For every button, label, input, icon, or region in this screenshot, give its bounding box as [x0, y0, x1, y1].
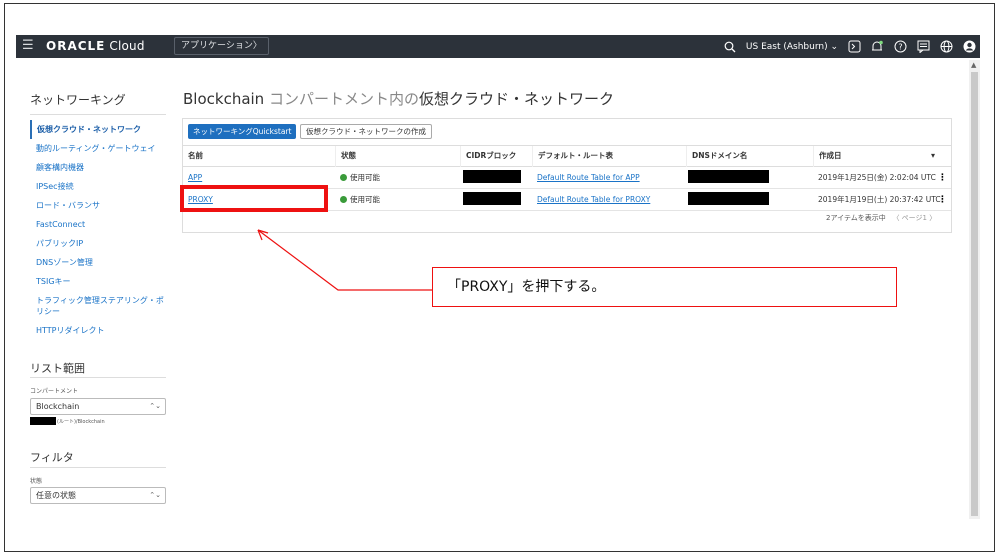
redacted-cidr — [463, 192, 521, 205]
sidebar-item-traffic-steering[interactable]: トラフィック管理ステアリング・ポリシー — [30, 291, 170, 321]
chat-icon[interactable] — [916, 40, 930, 54]
state-value: 任意の状態 — [36, 491, 76, 500]
sidebar-item-dns-zone[interactable]: DNSゾーン管理 — [30, 253, 170, 272]
sidebar-item-fastconnect[interactable]: FastConnect — [30, 215, 170, 234]
search-icon[interactable] — [723, 40, 737, 54]
redacted-cidr — [463, 170, 521, 183]
status-available-icon — [340, 196, 347, 203]
redacted-block — [30, 417, 56, 425]
column-created[interactable]: 作成日 ▾ — [813, 146, 951, 167]
quickstart-button[interactable]: ネットワーキングQuickstart — [188, 124, 297, 139]
page-title: Blockchain コンパートメント内の仮想クラウド・ネットワーク — [183, 88, 614, 109]
sidebar-item-cpe[interactable]: 顧客構内機器 — [30, 158, 170, 177]
route-table-link-app[interactable]: Default Route Table for APP — [537, 173, 640, 182]
top-navigation-bar: ☰ ORACLE Cloud アプリケーション〉 US East (Ashbur… — [16, 35, 980, 58]
select-arrows-icon: ⌃⌄ — [149, 491, 161, 499]
sidebar-item-public-ip[interactable]: パブリックIP — [30, 234, 170, 253]
oracle-cloud-logo[interactable]: ORACLE Cloud — [46, 39, 145, 53]
state-cell: 使用可能 — [335, 189, 380, 211]
title-middle: コンパートメント内の — [264, 90, 419, 108]
redacted-dns — [688, 192, 769, 205]
sidebar-item-load-balancer[interactable]: ロード・バランサ — [30, 196, 170, 215]
applications-button[interactable]: アプリケーション〉 — [174, 37, 269, 55]
page-navigator[interactable]: 〈 ページ1 〉 — [892, 214, 936, 222]
row-actions-icon[interactable]: ⋮ — [938, 189, 947, 211]
status-available-icon — [340, 174, 347, 181]
sidebar-item-vcn[interactable]: 仮想クラウド・ネットワーク — [30, 120, 170, 139]
column-route-table[interactable]: デフォルト・ルート表 — [532, 146, 686, 167]
created-cell: 2019年1月25日(金) 2:02:04 UTC — [818, 173, 936, 182]
compartment-value: Blockchain — [36, 402, 80, 411]
state-label: 状態 — [30, 478, 43, 485]
column-state[interactable]: 状態 — [335, 146, 460, 167]
sidebar-item-drg[interactable]: 動的ルーティング・ゲートウェイ — [30, 139, 170, 158]
list-scope-heading: リスト範囲 — [30, 362, 85, 375]
globe-icon[interactable] — [939, 40, 953, 54]
compartment-path: (ルート)/Blockchain — [30, 417, 105, 425]
brand-main: ORACLE — [46, 39, 106, 53]
help-icon[interactable]: ? — [893, 40, 907, 54]
list-scope-divider — [30, 377, 166, 378]
column-dns[interactable]: DNSドメイン名 — [686, 146, 813, 167]
topbar-right-controls: US East (Ashburn) ⌄ ? — [723, 35, 976, 58]
filter-heading: フィルタ — [30, 451, 74, 464]
created-cell: 2019年1月19日(土) 20:37:42 UTC — [818, 195, 941, 204]
sidebar-item-http-redirect[interactable]: HTTPリダイレクト — [30, 321, 170, 340]
state-select[interactable]: 任意の状態 ⌃⌄ — [30, 487, 166, 504]
vertical-scrollbar[interactable]: ▲ — [969, 60, 980, 519]
compartment-label: コンパートメント — [30, 388, 79, 395]
route-table-link-proxy[interactable]: Default Route Table for PROXY — [537, 195, 650, 204]
title-resource: 仮想クラウド・ネットワーク — [418, 90, 614, 108]
sidebar-item-ipsec[interactable]: IPSec接続 — [30, 177, 170, 196]
sidebar-heading: ネットワーキング — [30, 93, 126, 107]
highlight-box — [180, 185, 328, 212]
column-created-label: 作成日 — [819, 151, 842, 160]
create-vcn-button[interactable]: 仮想クラウド・ネットワークの作成 — [300, 124, 432, 139]
redacted-dns — [688, 170, 769, 183]
scroll-up-icon[interactable]: ▲ — [971, 61, 976, 69]
sidebar-divider — [30, 114, 166, 115]
select-arrows-icon: ⌃⌄ — [149, 402, 161, 410]
sidebar-item-tsig[interactable]: TSIGキー — [30, 272, 170, 291]
sidebar-nav: 仮想クラウド・ネットワーク 動的ルーティング・ゲートウェイ 顧客構内機器 IPS… — [30, 120, 170, 340]
compartment-path-text: (ルート)/Blockchain — [57, 418, 105, 425]
svg-text:?: ? — [898, 43, 902, 52]
bell-icon[interactable] — [870, 40, 884, 54]
title-compartment: Blockchain — [183, 90, 265, 108]
cloud-shell-icon[interactable] — [847, 40, 861, 54]
row-actions-icon[interactable]: ⋮ — [938, 167, 947, 189]
callout-box: 「PROXY」を押下する。 — [432, 267, 897, 307]
item-count: 2アイテムを表示中 — [826, 214, 886, 222]
route-table-cell: Default Route Table for APP — [532, 167, 640, 189]
pagination: 2アイテムを表示中 〈 ページ1 〉 — [826, 213, 936, 223]
sort-desc-icon[interactable]: ▾ — [931, 146, 935, 166]
state-text: 使用可能 — [350, 195, 380, 204]
state-text: 使用可能 — [350, 173, 380, 182]
user-icon[interactable] — [962, 40, 976, 54]
region-selector[interactable]: US East (Ashburn) ⌄ — [746, 42, 838, 52]
filter-divider — [30, 467, 166, 468]
hamburger-icon[interactable]: ☰ — [22, 38, 34, 53]
column-cidr[interactable]: CIDRブロック — [460, 146, 532, 167]
compartment-select[interactable]: Blockchain ⌃⌄ — [30, 398, 166, 415]
column-name[interactable]: 名前 — [183, 146, 335, 167]
vcn-link-app[interactable]: APP — [188, 173, 202, 182]
route-table-cell: Default Route Table for PROXY — [532, 189, 650, 211]
scrollbar-thumb[interactable] — [971, 72, 978, 516]
brand-sub: Cloud — [105, 39, 145, 53]
table-header: 名前 状態 CIDRブロック デフォルト・ルート表 DNSドメイン名 作成日 ▾ — [183, 145, 951, 167]
state-cell: 使用可能 — [335, 167, 380, 189]
